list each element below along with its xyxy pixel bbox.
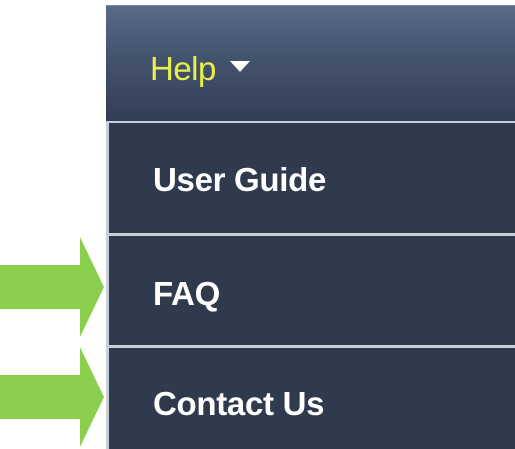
menu-item-faq[interactable]: FAQ — [109, 233, 515, 345]
menu-item-user-guide[interactable]: User Guide — [109, 123, 515, 233]
help-menu-trigger[interactable]: Help — [150, 50, 250, 88]
caret-down-icon — [229, 60, 250, 72]
nav-header-bar: Help — [106, 5, 515, 122]
screenshot-stage: Help User Guide FAQ Contact Us — [0, 0, 515, 449]
menu-item-label: Contact Us — [153, 385, 325, 422]
arrow-right-icon — [0, 347, 104, 447]
help-dropdown-menu: User Guide FAQ Contact Us — [106, 121, 515, 449]
menu-item-label: User Guide — [153, 161, 327, 198]
menu-item-label: FAQ — [153, 275, 220, 312]
arrow-right-icon — [0, 237, 104, 337]
help-menu-label: Help — [150, 50, 216, 87]
menu-item-contact-us[interactable]: Contact Us — [109, 345, 515, 449]
